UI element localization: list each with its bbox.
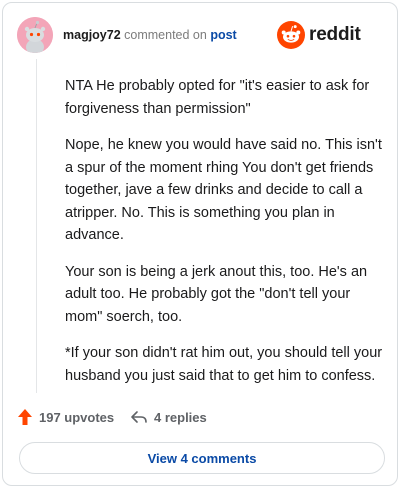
comment-paragraph: Your son is being a jerk anout this, too… <box>65 263 368 325</box>
reply-count: 4 replies <box>154 409 207 425</box>
reddit-logo[interactable]: reddit <box>277 21 381 49</box>
comment-actions: 197 upvotes 4 replies <box>17 405 383 429</box>
comment-paragraph: *If your son didn't rat him out, you sho… <box>65 345 383 384</box>
comment-header: magjoy72 commented on post reddit <box>17 17 383 55</box>
comment-paragraph: Nope, he knew you would have said no. Th… <box>65 137 382 243</box>
username-link[interactable]: magjoy72 <box>63 28 121 42</box>
post-link[interactable]: post <box>210 28 236 42</box>
reply-arrow-icon <box>131 411 147 423</box>
replies-button[interactable]: 4 replies <box>130 407 207 427</box>
reddit-snoo-icon <box>277 21 305 49</box>
snoo-avatar-icon <box>17 17 53 53</box>
upvote-button[interactable]: 197 upvotes <box>17 407 114 427</box>
user-avatar[interactable] <box>17 17 53 53</box>
upvote-count: 197 upvotes <box>39 409 115 425</box>
thread-line[interactable] <box>36 59 37 393</box>
reddit-wordmark: reddit <box>309 24 361 45</box>
comment-card: magjoy72 commented on post reddit NTA He… <box>2 2 398 486</box>
view-comments-button[interactable]: View 4 comments <box>19 442 385 474</box>
upvote-arrow-icon <box>18 409 32 425</box>
comment-body: NTA He probably opted for "it's easier t… <box>65 75 385 401</box>
comment-byline: magjoy72 commented on post <box>63 28 237 42</box>
comment-paragraph: NTA He probably opted for "it's easier t… <box>65 78 370 117</box>
action-text: commented on <box>124 28 207 42</box>
